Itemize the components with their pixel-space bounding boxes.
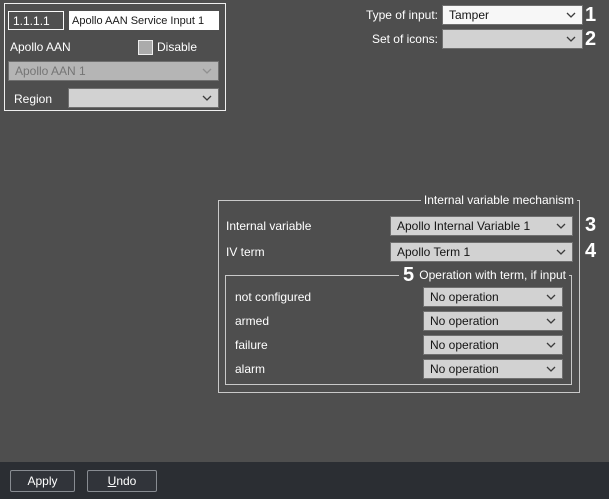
type-of-input-label: Type of input: xyxy=(366,8,438,22)
iv-term-label: IV term xyxy=(226,245,265,259)
annotation-1: 1 xyxy=(585,4,596,27)
device-name-field[interactable] xyxy=(69,11,219,30)
operation-not-configured-select[interactable]: No operation xyxy=(423,287,563,307)
chevron-down-icon xyxy=(556,223,566,229)
type-of-input-select[interactable]: Tamper xyxy=(442,5,583,25)
chevron-down-icon xyxy=(546,318,556,324)
chevron-down-icon xyxy=(202,95,212,101)
type-of-input-value: Tamper xyxy=(449,8,489,22)
region-select[interactable] xyxy=(68,88,219,108)
operation-row-label: armed xyxy=(235,314,269,328)
operation-value: No operation xyxy=(430,338,499,352)
internal-variable-group-title: Internal variable mechanism xyxy=(421,193,577,208)
undo-button[interactable]: Undo xyxy=(87,470,157,492)
internal-variable-select[interactable]: Apollo Internal Variable 1 xyxy=(390,216,573,236)
operation-armed-select[interactable]: No operation xyxy=(423,311,563,331)
apollo-aan-label: Apollo AAN xyxy=(10,40,71,54)
operation-value: No operation xyxy=(430,362,499,376)
operation-value: No operation xyxy=(430,314,499,328)
footer-bar: Apply Undo xyxy=(0,462,609,499)
disable-checkbox-label: Disable xyxy=(157,40,197,54)
undo-button-label: ndo xyxy=(116,474,136,488)
chevron-down-icon xyxy=(546,366,556,372)
set-of-icons-select[interactable] xyxy=(442,29,583,49)
chevron-down-icon xyxy=(566,36,576,42)
device-address-field[interactable] xyxy=(8,11,64,30)
annotation-5: 5 xyxy=(399,264,418,287)
apollo-aan-select: Apollo AAN 1 xyxy=(8,61,219,81)
region-label: Region xyxy=(14,92,52,106)
operation-row-label: failure xyxy=(235,338,268,352)
iv-term-value: Apollo Term 1 xyxy=(397,245,470,259)
operation-group-title: Operation with term, if input xyxy=(416,268,569,283)
apply-button[interactable]: Apply xyxy=(10,470,75,492)
operation-failure-select[interactable]: No operation xyxy=(423,335,563,355)
disable-checkbox[interactable] xyxy=(138,40,153,55)
annotation-4: 4 xyxy=(585,240,596,263)
input-settings-panel: Apollo AAN Disable Apollo AAN 1 Region T… xyxy=(0,0,609,499)
operation-row-label: alarm xyxy=(235,362,265,376)
operation-value: No operation xyxy=(430,290,499,304)
operation-row-label: not configured xyxy=(235,290,311,304)
chevron-down-icon xyxy=(202,68,212,74)
chevron-down-icon xyxy=(546,294,556,300)
apply-button-label: Apply xyxy=(27,474,57,488)
chevron-down-icon xyxy=(566,12,576,18)
operation-alarm-select[interactable]: No operation xyxy=(423,359,563,379)
iv-term-select[interactable]: Apollo Term 1 xyxy=(390,242,573,262)
annotation-3: 3 xyxy=(585,214,596,237)
internal-variable-value: Apollo Internal Variable 1 xyxy=(397,219,530,233)
internal-variable-label: Internal variable xyxy=(226,219,311,233)
chevron-down-icon xyxy=(556,249,566,255)
apollo-aan-select-value: Apollo AAN 1 xyxy=(15,64,86,78)
set-of-icons-label: Set of icons: xyxy=(372,32,438,46)
annotation-2: 2 xyxy=(585,28,596,51)
chevron-down-icon xyxy=(546,342,556,348)
undo-button-label: U xyxy=(108,474,117,488)
